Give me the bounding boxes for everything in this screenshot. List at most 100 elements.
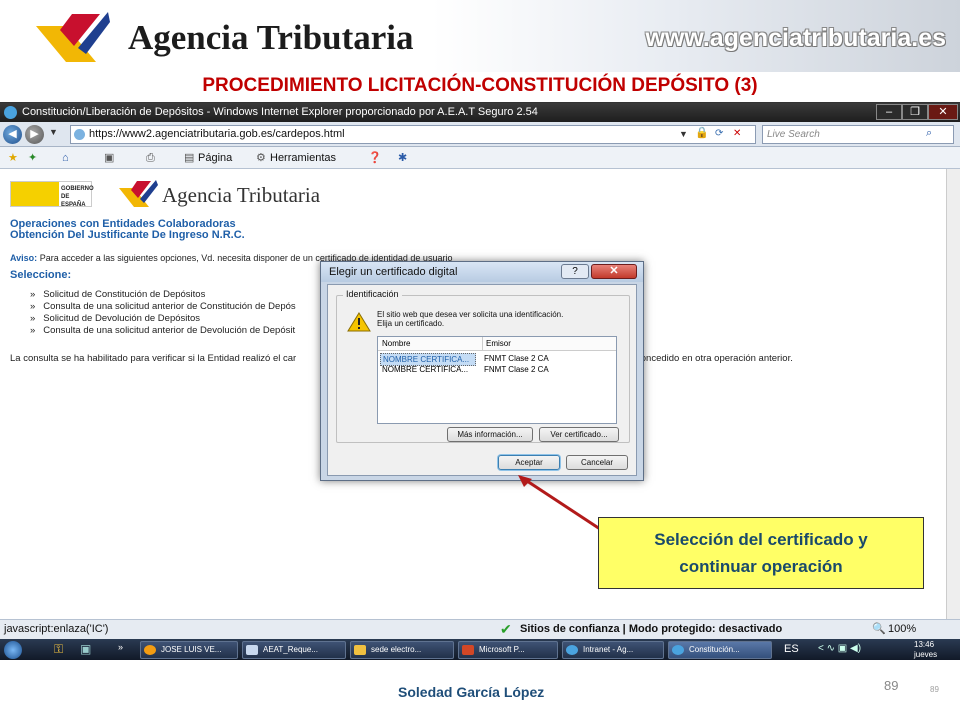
certificate-list[interactable]: Nombre Emisor NOMBRE CERTIFICA... FNMT C… (377, 336, 617, 424)
vertical-scrollbar[interactable] (946, 169, 960, 619)
cert-issuer[interactable]: FNMT Clase 2 CA (484, 364, 549, 375)
agencia-tributaria-logo-icon (36, 12, 110, 62)
slide-title: PROCEDIMIENTO LICITACIÓN-CONSTITUCIÓN DE… (202, 75, 758, 96)
cancel-button[interactable]: Cancelar (566, 455, 628, 470)
window-title: Constitución/Liberación de Depósitos - W… (22, 106, 538, 118)
slide-header: Agencia Tributaria www.agenciatributaria… (0, 0, 960, 72)
accept-button[interactable]: Aceptar (498, 455, 560, 470)
command-bar: ★ ✦ ⌂ ▣ ⎙ ▤ Página ⚙ Herramientas ❓ ✱ (0, 147, 960, 169)
view-certificate-button[interactable]: Ver certificado... (539, 427, 619, 442)
col-name-header[interactable]: Nombre (382, 337, 410, 351)
callout-arrow (518, 475, 601, 531)
certificate-row[interactable]: NOMBRE CERTIFICA... FNMT Clase 2 CA (380, 364, 616, 375)
more-info-button[interactable]: Más información... (447, 427, 533, 442)
option-label[interactable]: Consulta de una solicitud anterior de De… (43, 325, 295, 336)
powerpoint-icon (462, 645, 474, 655)
browser-window: Constitución/Liberación de Depósitos - W… (0, 102, 960, 660)
language-indicator[interactable]: ES (784, 643, 799, 655)
col-issuer-header[interactable]: Emisor (482, 337, 511, 351)
certificate-row[interactable]: NOMBRE CERTIFICA... FNMT Clase 2 CA (380, 353, 616, 366)
aviso-label: Aviso: (10, 253, 38, 263)
gobierno-logo: GOBIERNO DE ESPAÑA (10, 181, 94, 208)
taskbar-item-label: Intranet - Ag... (583, 645, 634, 654)
page-number-small: 89 (930, 685, 939, 694)
callout-line-1: Selección del certificado y (654, 530, 868, 549)
option-item[interactable]: » Solicitud de Constitución de Depósitos (30, 289, 205, 300)
status-bar: javascript:enlaza('IC') ✔ Sitios de conf… (0, 619, 960, 639)
agencia-tributaria-small-logo-icon (119, 180, 158, 207)
dialog-message-1: El sitio web que desea ver solicita una … (377, 310, 564, 319)
option-item[interactable]: » Solicitud de Devolución de Depósitos (30, 313, 200, 324)
taskbar-item[interactable]: Microsoft P... (458, 641, 558, 659)
cert-name[interactable]: NOMBRE CERTIFICA... (382, 364, 468, 375)
help-icon[interactable]: ❓ (368, 147, 382, 169)
address-text: https://www2.agenciatributaria.gob.es/ca… (89, 128, 345, 140)
zoom-level[interactable]: 100% (888, 620, 916, 639)
select-label: Seleccione: (10, 269, 72, 281)
page-menu[interactable]: Página (198, 147, 232, 169)
taskbar-item[interactable]: JOSE LUIS VE... (140, 641, 238, 659)
history-dropdown-icon[interactable]: ▼ (49, 127, 58, 137)
header-logo-text: Agencia Tributaria (128, 18, 414, 57)
quicklaunch-key-icon[interactable]: ⚿ (54, 642, 63, 657)
back-icon[interactable]: ◀ (3, 125, 22, 144)
option-label[interactable]: Solicitud de Constitución de Depósitos (43, 289, 205, 300)
tools-gear-icon: ⚙ (256, 152, 266, 164)
favorites-star-icon[interactable]: ★ (8, 147, 18, 169)
page-brand: Agencia Tributaria (162, 183, 321, 207)
tray-icons[interactable]: < ∿ ▣ ◀) (818, 643, 861, 654)
lock-icon[interactable]: 🔒 (695, 125, 709, 142)
option-label[interactable]: Consulta de una solicitud anterior de Co… (43, 301, 295, 312)
maximize-button[interactable]: ❐ (902, 104, 928, 120)
taskbar-item-label: JOSE LUIS VE... (161, 645, 222, 654)
taskbar-item[interactable]: Constitución... (668, 641, 772, 659)
option-label[interactable]: Solicitud de Devolución de Depósitos (43, 313, 200, 324)
refresh-icon[interactable]: ⟳ (715, 125, 723, 142)
home-icon[interactable]: ⌂ (62, 147, 69, 169)
note-left: La consulta se ha habilitado para verifi… (10, 353, 297, 364)
status-link-text: javascript:enlaza('IC') (4, 623, 109, 635)
dialog-message-2: Elija un certificado. (377, 319, 445, 328)
option-item[interactable]: » Consulta de una solicitud anterior de … (30, 301, 296, 312)
research-icon[interactable]: ✱ (398, 147, 407, 169)
add-favorites-icon[interactable]: ✦ (28, 147, 37, 169)
address-bar[interactable]: https://www2.agenciatributaria.gob.es/ca… (70, 125, 756, 144)
taskbar-item[interactable]: Intranet - Ag... (562, 641, 664, 659)
taskbar-item[interactable]: AEAT_Reque... (242, 641, 346, 659)
callout-box: Selección del certificado y continuar op… (598, 517, 924, 589)
taskbar-item-label: AEAT_Reque... (263, 645, 318, 654)
address-dropdown-icon[interactable]: ▼ (679, 126, 688, 143)
quicklaunch-more-icon[interactable]: » (118, 642, 123, 652)
callout-line-2: continuar operación (679, 557, 843, 576)
minimize-button[interactable]: – (876, 104, 902, 120)
quicklaunch-app-icon[interactable]: ▣ (80, 642, 91, 656)
start-button[interactable] (4, 641, 22, 659)
tools-menu[interactable]: Herramientas (270, 147, 336, 169)
close-window-button[interactable]: ✕ (928, 104, 958, 120)
print-icon[interactable]: ⎙ (146, 147, 155, 169)
warning-icon (347, 312, 371, 332)
dialog-body: Identificación El sitio web que desea ve… (327, 284, 637, 476)
option-item[interactable]: » Consulta de una solicitud anterior de … (30, 325, 295, 336)
stop-icon[interactable]: ✕ (733, 125, 741, 142)
zoom-icon: 🔍 (872, 623, 886, 635)
certificate-dialog: Elegir un certificado digital ? ✕ Identi… (320, 261, 644, 481)
slide: Agencia Tributaria www.agenciatributaria… (0, 0, 960, 720)
gobierno-label: GOBIERNO DE ESPAÑA (61, 186, 94, 208)
status-trust-text[interactable]: Sitios de confianza | Modo protegido: de… (520, 620, 782, 639)
page-icon (74, 129, 85, 140)
forward-icon[interactable]: ▶ (25, 125, 44, 144)
page-icon: ▤ (184, 152, 195, 164)
cert-issuer[interactable]: FNMT Clase 2 CA (484, 353, 549, 364)
feeds-icon[interactable]: ▣ (104, 147, 114, 169)
taskbar-item[interactable]: sede electro... (350, 641, 454, 659)
dialog-help-button[interactable]: ? (561, 264, 589, 279)
window-titlebar: Constitución/Liberación de Depósitos - W… (0, 103, 960, 122)
list-header: Nombre Emisor (378, 337, 616, 351)
taskbar: ⚿ ▣ » JOSE LUIS VE... AEAT_Reque... sede… (0, 639, 960, 660)
dialog-close-button[interactable]: ✕ (591, 264, 637, 279)
page-heading-2: Obtención Del Justificante De Ingreso N.… (10, 229, 245, 241)
address-row: ◀ ▶ ▼ https://www2.agenciatributaria.gob… (0, 122, 960, 147)
search-icon[interactable]: ⌕ (926, 127, 932, 140)
spain-shield-icon (11, 182, 59, 206)
